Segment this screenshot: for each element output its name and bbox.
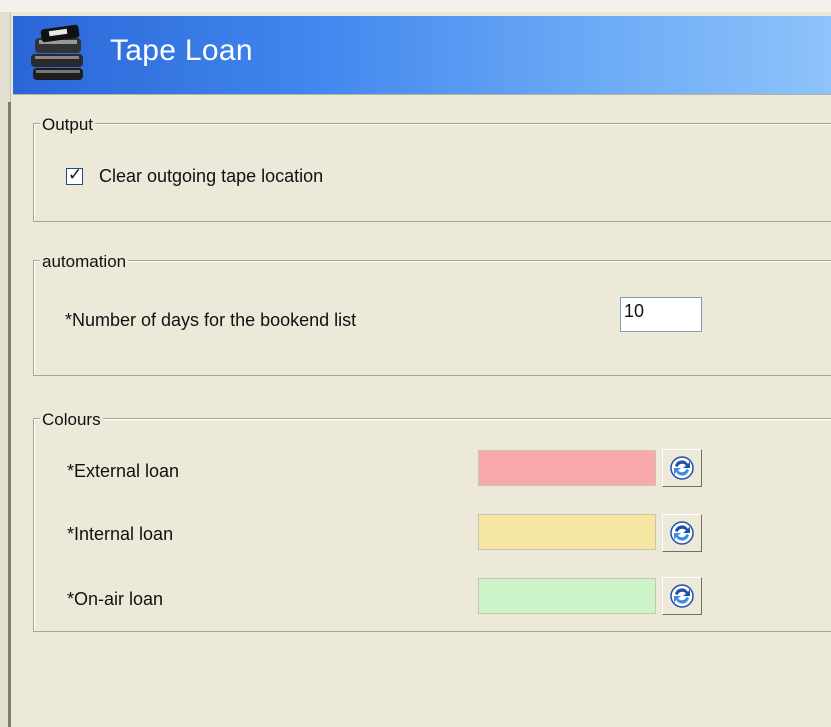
tape-stack-icon xyxy=(31,24,83,80)
external-loan-swatch[interactable] xyxy=(478,450,656,486)
panel-header: Tape Loan xyxy=(13,16,831,95)
clear-location-checkbox[interactable]: ✓ xyxy=(66,165,83,185)
internal-loan-label: *Internal loan xyxy=(67,524,174,544)
onair-loan-reset-button[interactable] xyxy=(662,577,702,615)
bookend-days-label: *Number of days for the bookend list xyxy=(65,310,357,330)
checkmark-icon: ✓ xyxy=(68,165,83,185)
colours-group: Colours *External loan *Internal loan *O… xyxy=(33,410,831,632)
external-loan-label: *External loan xyxy=(67,461,180,481)
external-loan-reset-button[interactable] xyxy=(662,449,702,487)
onair-loan-label: *On-air loan xyxy=(67,589,164,609)
automation-group: automation *Number of days for the booke… xyxy=(33,252,831,376)
clear-location-label: Clear outgoing tape location xyxy=(99,166,324,186)
automation-legend: automation xyxy=(40,252,129,272)
left-border xyxy=(0,12,11,727)
window-top-strip xyxy=(0,0,831,12)
output-legend: Output xyxy=(40,115,96,135)
internal-loan-swatch[interactable] xyxy=(478,514,656,550)
refresh-icon xyxy=(670,456,694,480)
internal-loan-reset-button[interactable] xyxy=(662,514,702,552)
onair-loan-swatch[interactable] xyxy=(478,578,656,614)
bookend-days-input[interactable]: 10 xyxy=(620,297,702,332)
refresh-icon xyxy=(670,584,694,608)
refresh-icon xyxy=(670,521,694,545)
colours-legend: Colours xyxy=(40,410,103,430)
page-title: Tape Loan xyxy=(110,34,253,67)
output-group: Output ✓ Clear outgoing tape location xyxy=(33,115,831,222)
left-border-shadow xyxy=(8,102,11,727)
